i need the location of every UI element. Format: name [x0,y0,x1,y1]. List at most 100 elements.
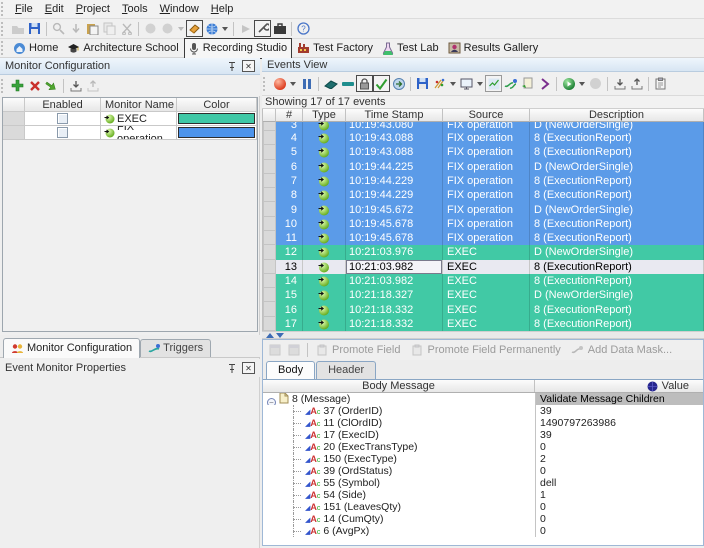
row-header[interactable] [263,274,276,288]
cell-time-stamp[interactable]: 10:21:03.976 [346,245,443,259]
cell-num[interactable]: 6 [276,160,303,174]
event-row[interactable]: 3 10:19:43.080 FIX operation D (NewOrder… [263,122,704,131]
tab-test-factory[interactable]: Test Factory [293,39,377,58]
cell-description[interactable]: 8 (ExecutionReport) [530,274,704,288]
event-row[interactable]: 4 10:19:43.088 FIX operation 8 (Executio… [263,131,704,145]
event-row[interactable]: 13 10:21:03.982 EXEC 8 (ExecutionReport) [263,260,704,274]
monitor-row-fix[interactable]: FIX operation [3,126,257,140]
field-value[interactable]: 39 [535,429,703,441]
filter-caret-icon[interactable] [450,82,456,86]
cell-num[interactable]: 13 [276,260,303,274]
cell-num[interactable]: 5 [276,145,303,159]
row-header[interactable] [263,122,276,131]
event-row[interactable]: 17 10:21:18.332 EXEC 8 (ExecutionReport) [263,317,704,331]
field-label[interactable]: 20 (ExecTransType) [323,441,417,453]
field-label[interactable]: 8 (Message) [292,393,350,405]
event-row[interactable]: 15 10:21:18.327 EXEC D (NewOrderSingle) [263,288,704,302]
field-value[interactable]: 0 [535,525,703,537]
field-value[interactable]: 1 [535,489,703,501]
menu-project[interactable]: Project [70,1,116,17]
tree-row[interactable]: ◢Ac 6 (AvgPx) 0 [263,525,703,537]
row-header[interactable] [263,302,276,316]
cell-description[interactable]: 8 (ExecutionReport) [530,174,704,188]
field-label[interactable]: 11 (ClOrdID) [323,417,382,429]
resend-icon[interactable] [390,75,407,92]
play-icon[interactable] [560,75,577,92]
cell-description[interactable]: D (NewOrderSingle) [530,245,704,259]
cell-time-stamp[interactable]: 10:19:44.229 [346,174,443,188]
tree-row[interactable]: ◢Ac 150 (ExecType) 2 [263,453,703,465]
cell-num[interactable]: 10 [276,217,303,231]
expand-all-icon[interactable] [266,342,283,359]
cell-source[interactable]: FIX operation [443,217,530,231]
cell-time-stamp[interactable]: 10:21:18.332 [346,302,443,316]
search-icon[interactable] [50,20,67,37]
menu-window[interactable]: Window [154,1,205,17]
deploy-icon[interactable] [186,20,203,37]
cell-description[interactable]: D (NewOrderSingle) [530,160,704,174]
step-icon[interactable] [536,75,553,92]
column-num[interactable]: # [276,109,303,122]
column-monitor-name[interactable]: Monitor Name [101,98,177,112]
tab-body[interactable]: Body [266,361,315,379]
row-header[interactable] [263,231,276,245]
promote-field-icon[interactable] [313,342,330,359]
import-monitor-icon[interactable] [43,77,60,94]
briefcase-icon[interactable] [271,20,288,37]
cell-description[interactable]: 8 (ExecutionReport) [530,317,704,331]
tree-row[interactable]: ◢Ac 39 (OrdStatus) 0 [263,465,703,477]
row-header[interactable] [263,288,276,302]
event-row[interactable]: 5 10:19:43.088 FIX operation 8 (Executio… [263,145,704,159]
horizontal-splitter[interactable] [262,331,704,339]
pause-icon[interactable] [298,75,315,92]
save-events-icon[interactable] [414,75,431,92]
column-description[interactable]: Description [530,109,704,122]
field-value[interactable]: 2 [535,453,703,465]
cell-source[interactable]: EXEC [443,274,530,288]
validate-icon[interactable] [373,75,390,92]
add-data-mask-button[interactable]: Add Data Mask... [588,344,672,356]
tree-row[interactable]: ◢Ac 20 (ExecTransType) 0 [263,441,703,453]
open-icon[interactable] [9,20,26,37]
cell-num[interactable]: 7 [276,174,303,188]
cell-num[interactable]: 14 [276,274,303,288]
enabled-checkbox[interactable] [57,127,68,138]
column-source[interactable]: Source [443,109,530,122]
field-value[interactable]: 0 [535,513,703,525]
tree-row[interactable]: ◢Ac 37 (OrderID) 39 [263,405,703,417]
column-time-stamp[interactable]: Time Stamp [346,109,443,122]
cell-type[interactable] [303,174,346,188]
cell-source[interactable]: FIX operation [443,202,530,216]
help-icon[interactable]: ? [295,20,312,37]
cell-time-stamp[interactable]: 10:19:43.080 [346,122,443,131]
wrench-icon[interactable] [254,20,271,37]
cell-description[interactable]: 8 (ExecutionReport) [530,188,704,202]
cell-num[interactable]: 16 [276,302,303,316]
cell-time-stamp[interactable]: 10:19:44.229 [346,188,443,202]
column-color[interactable]: Color [177,98,257,112]
save-icon[interactable] [26,20,43,37]
row-header[interactable] [263,131,276,145]
clear-events-icon[interactable] [322,75,339,92]
field-value[interactable]: 0 [535,465,703,477]
cell-num[interactable]: 15 [276,288,303,302]
menu-file[interactable]: File [9,1,39,17]
cell-source[interactable]: FIX operation [443,131,530,145]
field-label[interactable]: 150 (ExecType) [323,453,397,465]
cell-type[interactable] [303,145,346,159]
cell-time-stamp[interactable]: 10:21:18.327 [346,288,443,302]
menu-tools[interactable]: Tools [116,1,154,17]
delete-monitor-icon[interactable] [26,77,43,94]
promote-permanently-icon[interactable] [408,342,425,359]
import-events-icon[interactable] [611,75,628,92]
field-label[interactable]: 151 (LeavesQty) [323,501,401,513]
event-row[interactable]: 16 10:21:18.332 EXEC 8 (ExecutionReport) [263,302,704,316]
color-swatch[interactable] [178,127,255,138]
remove-event-icon[interactable] [339,75,356,92]
tab-recording-studio[interactable]: Recording Studio [184,38,292,59]
play-caret-icon[interactable] [579,82,585,86]
cell-type[interactable] [303,131,346,145]
copy-event-icon[interactable] [519,75,536,92]
tree-row[interactable]: – 8 (Message) Validate Message Children [263,393,703,405]
enabled-checkbox[interactable] [57,113,68,124]
